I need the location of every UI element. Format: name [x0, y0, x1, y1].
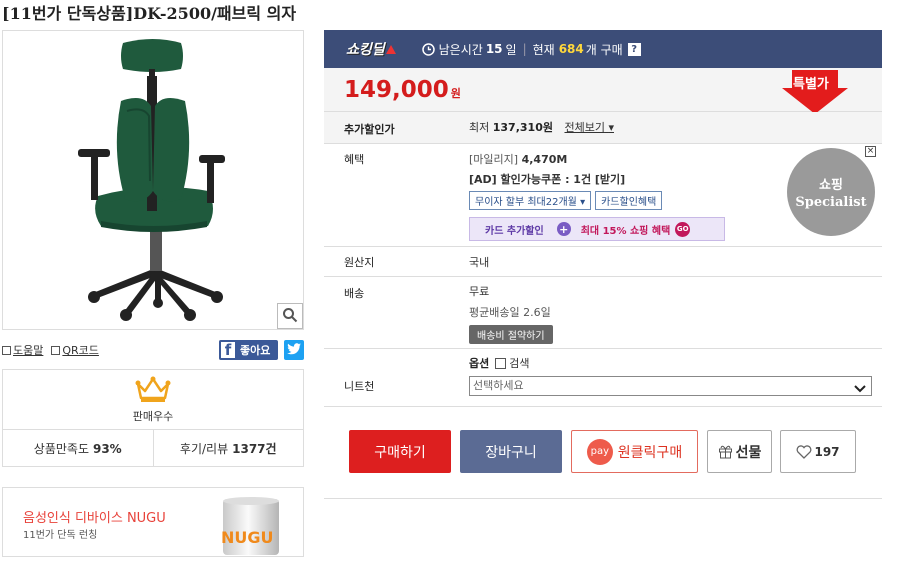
crown-icon [135, 376, 171, 405]
chair-illustration [78, 39, 225, 321]
nugu-banner[interactable]: 음성인식 디바이스 NUGU 11번가 단독 런칭 NUGU [2, 487, 304, 557]
save-shipping-button[interactable]: 배송비 절약하기 [469, 325, 553, 344]
card-extra-discount-banner[interactable]: 카드 추가할인 + 최대 15% 쇼핑 혜택 GO [469, 217, 725, 241]
discount-row: 추가할인가 최저 137,310원 전체보기 ▾ [324, 112, 882, 144]
product-title: [11번가 단독상품]DK-2500/패브릭 의자 [2, 4, 297, 23]
origin-row: 원산지 국내 [324, 247, 882, 277]
review-stat[interactable]: 후기/리뷰 1377건 [152, 430, 304, 467]
gift-button[interactable]: 선물 [707, 430, 772, 473]
caret-down-icon: ▾ [608, 121, 614, 134]
plus-icon: + [556, 222, 571, 236]
heart-icon [796, 444, 812, 459]
shipping-row: 배송 무료 평균배송일 2.6일 배송비 절약하기 [324, 277, 882, 349]
close-ad-icon[interactable]: × [865, 146, 876, 157]
special-price-badge: 특별가 [782, 70, 848, 114]
shocking-deal-logo: 쇼킹딜 [346, 39, 396, 59]
pay-icon: pay [586, 438, 613, 465]
question-icon[interactable]: ? [627, 42, 641, 56]
wishlist-button[interactable]: 197 [780, 430, 856, 473]
logo-triangle-icon [385, 45, 396, 54]
magnifier-icon [282, 307, 298, 326]
gift-icon [718, 444, 733, 459]
chevron-down-icon [854, 381, 866, 399]
shipping-average: 평균배송일 2.6일 [469, 306, 551, 319]
option-select[interactable]: 선택하세요 [469, 376, 872, 396]
search-checkbox[interactable] [495, 357, 507, 369]
go-icon: GO [675, 221, 691, 237]
satisfaction-stat: 상품만족도 93% [33, 441, 122, 457]
twitter-share-button[interactable] [284, 340, 304, 360]
facebook-like-button[interactable]: f 좋아요 [219, 340, 278, 360]
divider [324, 498, 882, 499]
image-tools: 도움말 QR코드 [2, 342, 99, 358]
seller-box: 판매우수 상품만족도 93% 후기/리뷰 1377건 [2, 369, 304, 467]
shipping-fee: 무료 [469, 285, 490, 298]
one-click-buy-button[interactable]: pay 원클릭구매 [571, 430, 698, 473]
deal-bar: 쇼킹딜 남은시간 15 일 | 현재 684 개 구매 ? [324, 30, 882, 68]
price-area: 149,000 원 특별가 [324, 68, 882, 114]
installment-chip[interactable]: 무이자 할부 최대22개월 ▾ [469, 191, 592, 210]
coupon-link[interactable]: [AD] 할인가능쿠폰 : 1건 [받기] [469, 171, 769, 187]
view-all-link[interactable]: 전체보기 ▾ [564, 121, 614, 134]
card-discount-chip[interactable]: 카드할인혜택 [595, 191, 663, 210]
shopping-specialist-ad[interactable]: 쇼핑 Specialist [787, 148, 875, 236]
cart-button[interactable]: 장바구니 [460, 430, 562, 473]
qr-link[interactable]: QR코드 [51, 342, 99, 358]
zoom-button[interactable] [277, 303, 303, 329]
deal-timer: 남은시간 15 일 | 현재 684 개 구매 ? [421, 41, 641, 58]
facebook-icon: f [219, 340, 237, 360]
mileage-info: [마일리지] 4,470M [469, 153, 568, 166]
qr-icon [51, 346, 61, 355]
nugu-device-image: NUGU [215, 495, 287, 555]
buy-button[interactable]: 구매하기 [349, 430, 451, 473]
help-icon [2, 346, 11, 355]
sale-price: 149,000 원 [344, 77, 461, 103]
clock-icon [421, 42, 435, 56]
help-link[interactable]: 도움말 [2, 342, 43, 358]
twitter-icon [287, 342, 301, 358]
caret-down-icon: ▾ [580, 197, 586, 208]
seller-grade: 판매우수 [3, 370, 303, 430]
product-image[interactable] [2, 30, 304, 330]
